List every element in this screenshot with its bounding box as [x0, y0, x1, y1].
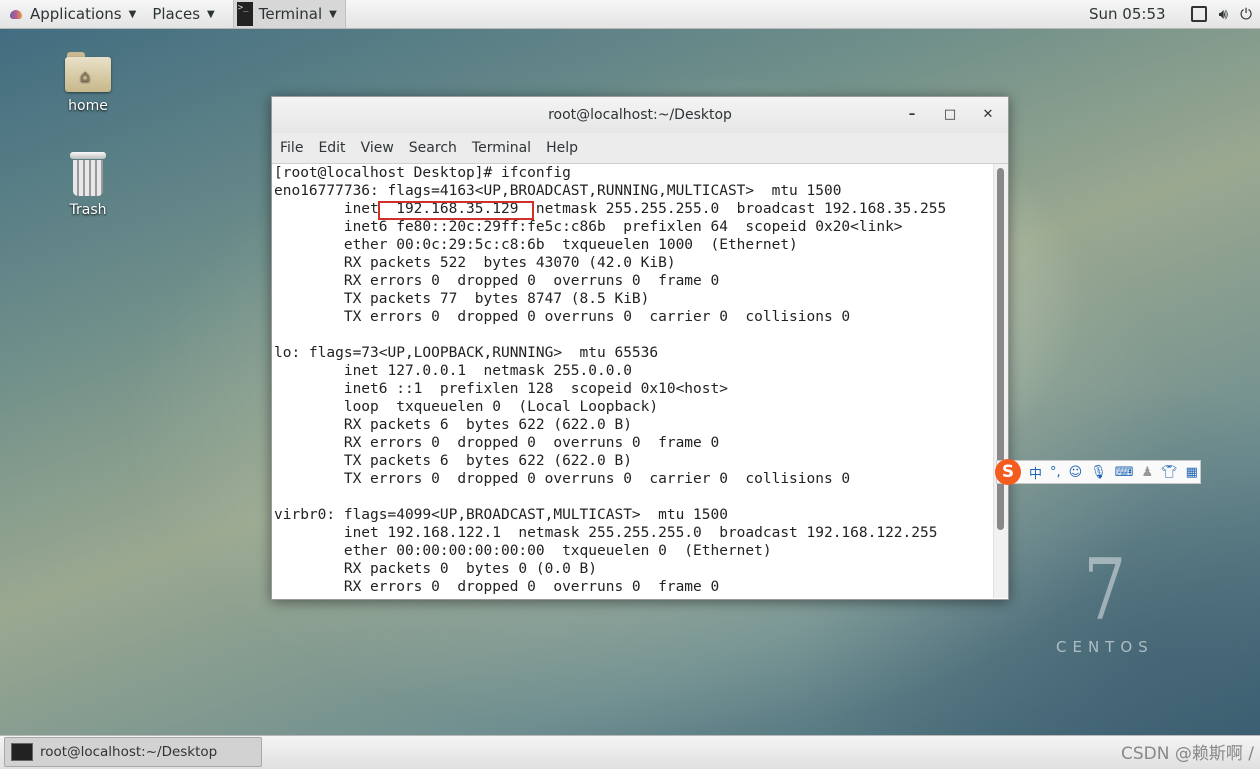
terminal-line: TX errors 0 dropped 0 overruns 0 carrier… — [274, 309, 851, 325]
terminal-line: virbr0: flags=4099<UP,BROADCAST,MULTICAS… — [274, 507, 728, 523]
terminal-window[interactable]: root@localhost:~/Desktop – □ ✕ File Edit… — [271, 96, 1009, 600]
keyboard-icon[interactable]: ⌨ — [1115, 465, 1134, 480]
terminal-app-menu[interactable]: >_ Terminal ▼ — [232, 0, 346, 28]
scrollbar[interactable] — [993, 164, 1008, 598]
terminal-line: RX errors 0 dropped 0 overruns 0 frame 0 — [274, 273, 720, 289]
places-label: Places — [152, 5, 201, 23]
terminal-text: [root@localhost Desktop]# ifconfig eno167… — [272, 164, 994, 596]
desktop-icon-trash-label: Trash — [69, 202, 107, 218]
home-folder-icon: ⌂ — [65, 52, 111, 92]
terminal-line: RX packets 6 bytes 622 (622.0 B) — [274, 417, 632, 433]
menu-search[interactable]: Search — [409, 140, 457, 156]
window-titlebar[interactable]: root@localhost:~/Desktop – □ ✕ — [272, 97, 1008, 133]
terminal-line: lo: flags=73<UP,LOOPBACK,RUNNING> mtu 65… — [274, 345, 659, 361]
applications-menu[interactable]: Applications ▼ — [0, 0, 144, 28]
centos-wordmark: CENTOS — [1056, 638, 1154, 656]
terminal-line: inet6 fe80::20c:29ff:fe5c:c86b prefixlen… — [274, 219, 903, 235]
close-button[interactable]: ✕ — [980, 107, 996, 123]
gnome-foot-icon — [8, 6, 24, 22]
terminal-line: ether 00:00:00:00:00:00 txqueuelen 0 (Et… — [274, 543, 772, 559]
places-menu[interactable]: Places ▼ — [144, 0, 222, 28]
skin-shirt-icon[interactable]: 👕︎ — [1161, 465, 1178, 480]
desktop-icon-home[interactable]: ⌂ home — [48, 52, 128, 114]
terminal-app-label: Terminal — [258, 5, 323, 23]
terminal-line: inet 127.0.0.1 netmask 255.0.0.0 — [274, 363, 632, 379]
ime-toolbar[interactable]: S 中 °, ☺ 🎙︎ ⌨ ♟ 👕︎ ▦ — [995, 459, 1201, 485]
window-title: root@localhost:~/Desktop — [548, 107, 732, 123]
centos-version-mark: 7 — [1083, 541, 1127, 639]
terminal-line: TX packets 6 bytes 622 (622.0 B) — [274, 453, 632, 469]
terminal-line: TX errors 0 dropped 0 overruns 0 carrier… — [274, 471, 851, 487]
chevron-down-icon: ▼ — [128, 8, 137, 20]
terminal-line: RX errors 0 dropped 0 overruns 0 frame 0 — [274, 579, 720, 595]
top-panel: Applications ▼ Places ▼ >_ Terminal ▼ Su… — [0, 0, 1260, 29]
desktop-icon-home-label: home — [68, 98, 108, 114]
terminal-line: RX packets 522 bytes 43070 (42.0 KiB) — [274, 255, 676, 271]
menu-help[interactable]: Help — [546, 140, 578, 156]
terminal-output[interactable]: [root@localhost Desktop]# ifconfig eno167… — [272, 164, 994, 598]
trash-icon — [70, 152, 106, 196]
ime-punctuation[interactable]: °, — [1050, 465, 1061, 480]
menu-edit[interactable]: Edit — [318, 140, 345, 156]
chevron-down-icon: ▼ — [207, 8, 215, 20]
terminal-line: RX errors 0 dropped 0 overruns 0 frame 0 — [274, 435, 720, 451]
screen-icon — [1190, 6, 1207, 22]
microphone-icon[interactable]: 🎙︎ — [1090, 465, 1107, 480]
applications-label: Applications — [30, 5, 122, 23]
chevron-down-icon: ▼ — [329, 8, 337, 20]
system-tray[interactable]: 🔊︎ ⏻ — [1190, 0, 1252, 28]
desktop-icon-trash[interactable]: Trash — [48, 152, 128, 218]
menu-file[interactable]: File — [280, 140, 303, 156]
volume-icon: 🔊︎ — [1218, 5, 1229, 23]
terminal-line: loop txqueuelen 0 (Local Loopback) — [274, 399, 659, 415]
bottom-taskbar: root@localhost:~/Desktop — [0, 735, 1260, 769]
emoji-icon[interactable]: ☺ — [1069, 465, 1083, 480]
clock[interactable]: Sun 05:53 — [1089, 0, 1166, 28]
ime-chinese-mode[interactable]: 中 — [1029, 463, 1042, 482]
terminal-line: RX packets 0 bytes 0 (0.0 B) — [274, 561, 598, 577]
sogou-logo-icon[interactable]: S — [995, 459, 1021, 485]
taskbar-window-button[interactable]: root@localhost:~/Desktop — [4, 737, 262, 767]
menu-view[interactable]: View — [361, 140, 394, 156]
menu-terminal[interactable]: Terminal — [472, 140, 531, 156]
terminal-line: TX packets 77 bytes 8747 (8.5 KiB) — [274, 291, 650, 307]
terminal-line: eno16777736: flags=4163<UP,BROADCAST,RUN… — [274, 183, 842, 199]
terminal-line: inet 192.168.122.1 netmask 255.255.255.0… — [274, 525, 938, 541]
taskbar-window-label: root@localhost:~/Desktop — [40, 744, 218, 760]
terminal-icon: >_ — [236, 2, 253, 26]
window-menubar: File Edit View Search Terminal Help — [272, 133, 1008, 164]
ip-highlight-box — [378, 201, 534, 220]
csdn-watermark: CSDN @赖斯啊 / — [1120, 744, 1254, 764]
power-icon: ⏻ — [1240, 5, 1252, 23]
terminal-line: inet6 ::1 prefixlen 128 scopeid 0x10<hos… — [274, 381, 728, 397]
terminal-line: ether 00:0c:29:5c:c8:6b txqueuelen 1000 … — [274, 237, 798, 253]
minimize-button[interactable]: – — [904, 107, 920, 123]
toolbox-icon[interactable]: ▦ — [1186, 465, 1198, 480]
terminal-icon — [11, 743, 33, 761]
maximize-button[interactable]: □ — [942, 107, 958, 123]
terminal-line: [root@localhost Desktop]# ifconfig — [274, 165, 571, 181]
user-icon[interactable]: ♟ — [1142, 465, 1154, 480]
